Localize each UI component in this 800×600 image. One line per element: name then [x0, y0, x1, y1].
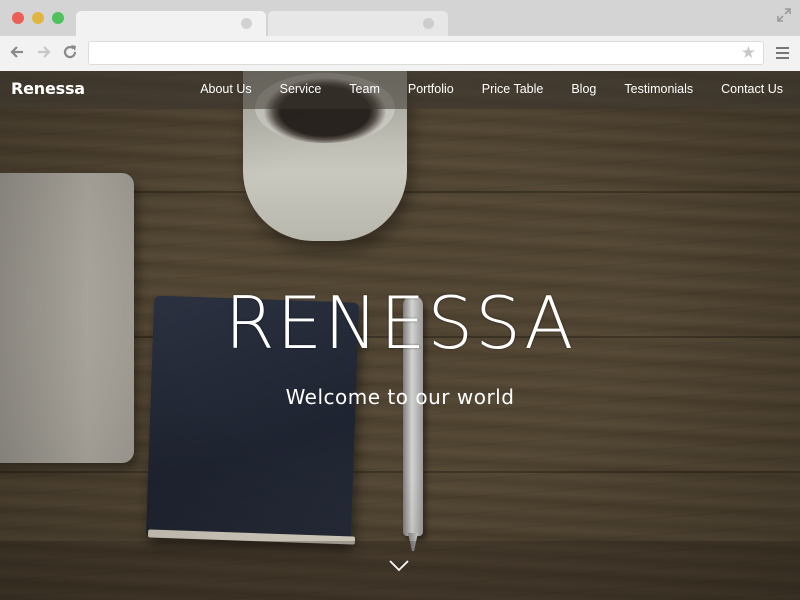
- nav-price-table[interactable]: Price Table: [482, 82, 544, 96]
- close-window-button[interactable]: [12, 12, 24, 24]
- hero-subtitle: Welcome to our world: [285, 385, 515, 409]
- chevron-down-icon[interactable]: [388, 559, 410, 573]
- browser-tab-active[interactable]: [76, 11, 266, 36]
- site-logo[interactable]: Renessa: [11, 79, 85, 98]
- website-viewport: Renessa About Us Service Team Portfolio …: [0, 71, 800, 600]
- browser-toolbar: ★: [0, 36, 800, 71]
- nav-links: About Us Service Team Portfolio Price Ta…: [172, 82, 783, 96]
- reload-icon[interactable]: [61, 43, 79, 61]
- nav-service[interactable]: Service: [280, 82, 322, 96]
- nav-blog[interactable]: Blog: [571, 82, 596, 96]
- nav-portfolio[interactable]: Portfolio: [408, 82, 454, 96]
- nav-team[interactable]: Team: [349, 82, 380, 96]
- nav-about-us[interactable]: About Us: [200, 82, 251, 96]
- maximize-window-button[interactable]: [52, 12, 64, 24]
- hero-title: RENESSA: [224, 281, 576, 365]
- browser-chrome: ★: [0, 0, 800, 71]
- browser-tab-inactive[interactable]: [268, 11, 448, 36]
- menu-icon[interactable]: [776, 47, 789, 59]
- minimize-window-button[interactable]: [32, 12, 44, 24]
- address-bar[interactable]: ★: [88, 41, 764, 65]
- nav-contact-us[interactable]: Contact Us: [721, 82, 783, 96]
- nav-testimonials[interactable]: Testimonials: [624, 82, 693, 96]
- tab-close-icon[interactable]: [241, 18, 252, 29]
- forward-arrow-icon[interactable]: [35, 43, 53, 61]
- star-icon[interactable]: ★: [741, 44, 756, 62]
- tab-close-icon[interactable]: [423, 18, 434, 29]
- tab-strip: [0, 0, 800, 36]
- site-navbar: Renessa About Us Service Team Portfolio …: [0, 71, 800, 109]
- back-arrow-icon[interactable]: [8, 43, 26, 61]
- fullscreen-icon[interactable]: [776, 7, 792, 23]
